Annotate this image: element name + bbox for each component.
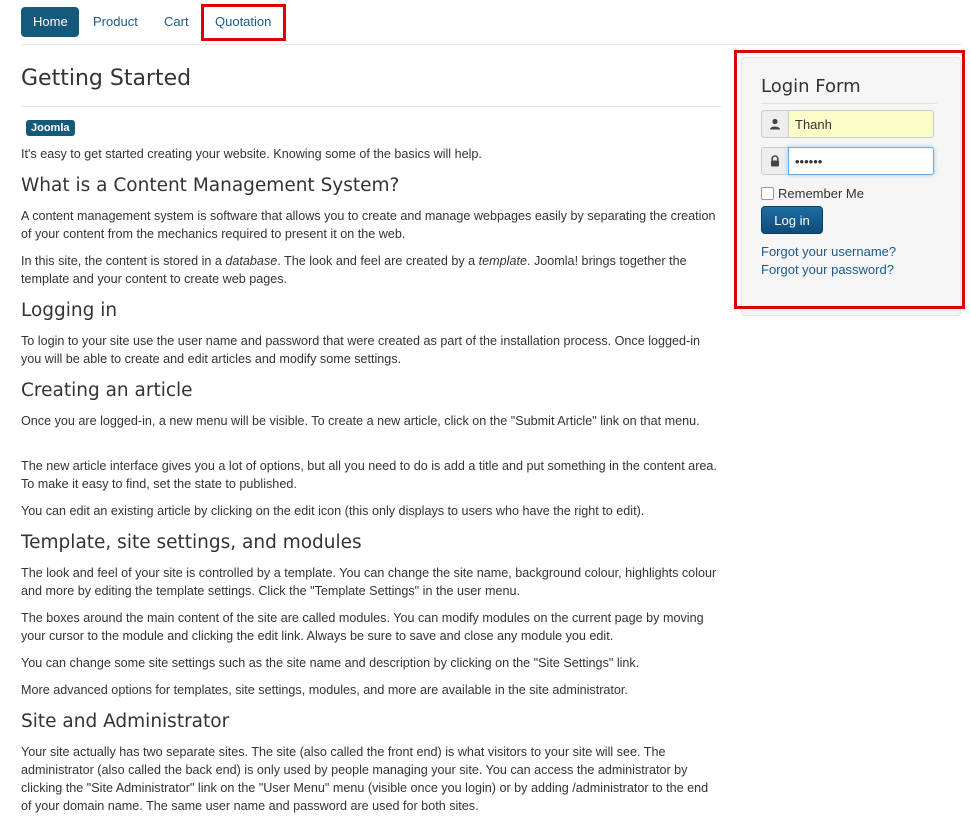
password-group (761, 147, 937, 175)
intro-text: It's easy to get started creating your w… (21, 147, 482, 161)
login-paragraph: To login to your site use the user name … (21, 334, 701, 366)
remember-me-checkbox[interactable] (761, 186, 774, 200)
template-paragraph-4: More advanced options for templates, sit… (21, 683, 628, 697)
template-paragraph-2: The boxes around the main content of the… (21, 611, 704, 643)
forgot-username-link[interactable]: Forgot your username? (761, 243, 896, 261)
remember-me-label: Remember Me (778, 185, 864, 201)
username-input[interactable] (788, 110, 934, 138)
username-group (761, 110, 937, 138)
login-form-title: Login Form (761, 74, 937, 104)
nav-product[interactable]: Product (81, 7, 150, 37)
user-icon (761, 110, 789, 138)
cms-paragraph-2: In this site, the content is stored in a… (21, 254, 687, 286)
article: Getting Started Joomla It's easy to get … (21, 62, 721, 813)
template-paragraph-3: You can change some site settings such a… (21, 656, 640, 670)
main-nav: Home Product Cart Quotation (21, 7, 961, 45)
forgot-password-link[interactable]: Forgot your password? (761, 261, 894, 279)
login-module: Login Form Remember Me Log in Forgot you… (741, 57, 961, 316)
heading-site-admin: Site and Administrator (21, 711, 230, 732)
nav-quotation[interactable]: Quotation (203, 7, 283, 37)
lock-icon (761, 147, 789, 175)
site-admin-paragraph: Your site actually has two separate site… (21, 745, 709, 813)
article-paragraph-1: Once you are logged-in, a new menu will … (21, 414, 700, 428)
tag-joomla[interactable]: Joomla (26, 120, 75, 136)
heading-cms: What is a Content Management System? (21, 175, 400, 196)
template-paragraph-1: The look and feel of your site is contro… (21, 566, 717, 598)
heading-logging-in: Logging in (21, 300, 118, 321)
article-paragraph-2: The new article interface gives you a lo… (21, 459, 717, 491)
login-button[interactable]: Log in (761, 206, 823, 234)
cms-paragraph-1: A content management system is software … (21, 209, 716, 241)
heading-template: Template, site settings, and modules (21, 532, 362, 553)
heading-creating-article: Creating an article (21, 380, 193, 401)
remember-me-row: Remember Me (761, 185, 864, 201)
nav-home[interactable]: Home (21, 7, 79, 37)
article-paragraph-3: You can edit an existing article by clic… (21, 504, 645, 518)
nav-cart[interactable]: Cart (152, 7, 201, 37)
page-title: Getting Started (21, 62, 721, 107)
password-input[interactable] (788, 147, 934, 175)
